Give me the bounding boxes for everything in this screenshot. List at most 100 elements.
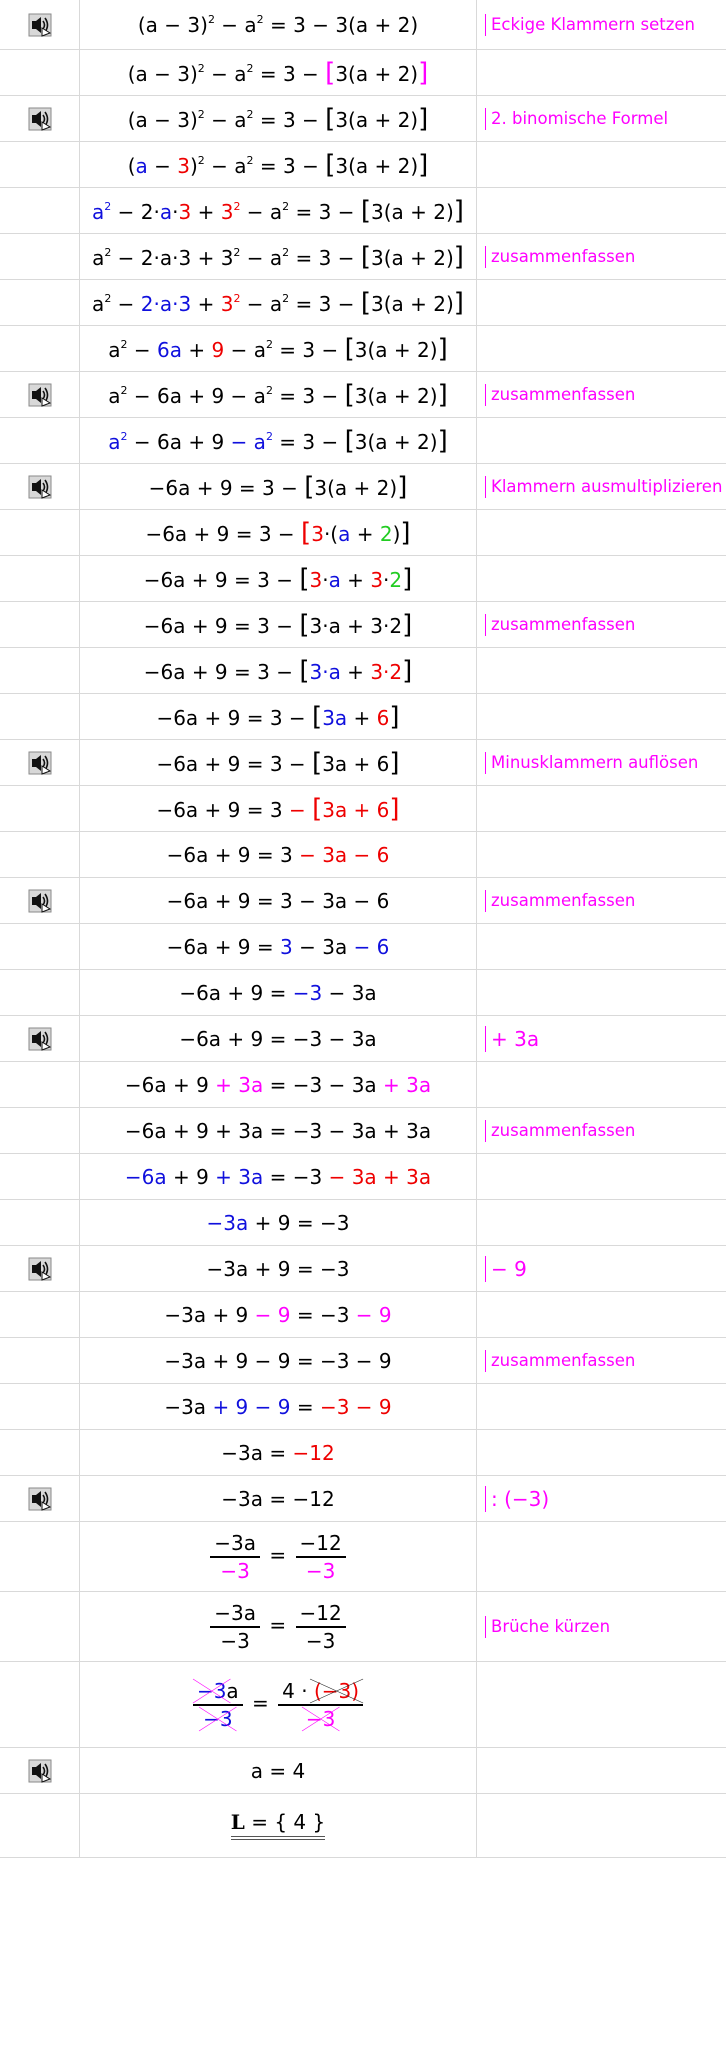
equation-cell: (a − 3)2 − a2 = 3 − [3(a + 2)] bbox=[80, 96, 477, 141]
math-term: 3·2 bbox=[370, 659, 403, 684]
icon-cell bbox=[0, 188, 80, 233]
square-bracket: ] bbox=[453, 195, 464, 226]
speaker-play-icon[interactable] bbox=[28, 107, 52, 131]
square-bracket: ] bbox=[402, 563, 413, 594]
equation-cell: −6a + 9 = 3 − [3·a + 3·2] bbox=[80, 556, 477, 601]
math-term: −12 bbox=[292, 1440, 335, 1465]
equation-row: −6a + 9 = 3 − [3·a + 3·2] zusammenfassen bbox=[0, 602, 726, 648]
math-term: − a bbox=[240, 291, 283, 316]
step-note: zusammenfassen bbox=[485, 889, 635, 912]
square-bracket: [ bbox=[299, 609, 310, 640]
math-term: 3(a + 2) bbox=[314, 475, 398, 500]
icon-cell bbox=[0, 280, 80, 325]
equation-row: −6a + 9 = 3 − 3a − 6 zusammenfassen bbox=[0, 878, 726, 924]
equation-row: (a − 3)2 − a2 = 3 − [3(a + 2)] 2. binomis… bbox=[0, 96, 726, 142]
equation-row: −3a + 9 − 9 = −3 − 9 bbox=[0, 1384, 726, 1430]
equation-row: L = { 4 } bbox=[0, 1794, 726, 1858]
equation: −3a = −12 bbox=[221, 1489, 334, 1509]
math-term: 2·a·3 bbox=[140, 291, 192, 316]
math-term: −6a + 9 = bbox=[179, 980, 293, 1005]
math-term: − bbox=[147, 153, 178, 178]
speaker-play-icon[interactable] bbox=[28, 1257, 52, 1281]
math-term: ·( bbox=[323, 521, 339, 546]
math-term: 3(a + 2) bbox=[371, 199, 454, 224]
equation-row: a2 − 2·a·3 + 32 − a2 = 3 − [3(a + 2)] bbox=[0, 280, 726, 326]
equation-cell: −3a + 9 − 9 = −3 − 9 bbox=[80, 1292, 477, 1337]
denominator: −3 bbox=[302, 1628, 339, 1651]
speaker-play-icon[interactable] bbox=[28, 13, 52, 37]
speaker-play-icon[interactable] bbox=[28, 1487, 52, 1511]
square-bracket: ] bbox=[453, 241, 464, 272]
math-term: − a bbox=[204, 61, 247, 86]
math-term: −6a + 9 + 3a = −3 − 3a + 3a bbox=[124, 1118, 432, 1143]
equation: −3a + 9 − 9 = −3 − 9 bbox=[164, 1351, 391, 1371]
math-term: a = 4 bbox=[250, 1758, 306, 1783]
equation: L = { 4 } bbox=[230, 1812, 326, 1840]
math-term: 3(a + 2) bbox=[354, 383, 438, 408]
square-bracket: [ bbox=[344, 333, 355, 364]
math-term: a bbox=[92, 245, 105, 270]
math-term: − 3a bbox=[322, 980, 377, 1005]
equation: −3a = −12 bbox=[221, 1443, 334, 1463]
equation: −3a −3 = −12 −3 bbox=[208, 1603, 347, 1651]
icon-cell bbox=[0, 1016, 80, 1061]
equation: −3a + 9 = −3 bbox=[207, 1213, 350, 1233]
square-bracket: [ bbox=[344, 425, 355, 456]
math-term: − bbox=[127, 337, 158, 362]
speaker-play-icon[interactable] bbox=[28, 889, 52, 913]
note-cell bbox=[477, 142, 726, 187]
equation-cell: −6a + 9 = 3 − 3a − 6 bbox=[80, 832, 477, 877]
step-note: zusammenfassen bbox=[485, 1349, 635, 1372]
square-bracket: ] bbox=[389, 793, 400, 824]
right-fraction: 4 · (−3) −3 bbox=[278, 1681, 363, 1729]
equation-cell: −6a + 9 = 3 − 3a − 6 bbox=[80, 924, 477, 969]
math-term: − a bbox=[230, 429, 266, 454]
icon-cell bbox=[0, 1662, 80, 1747]
equation-cell: −6a + 9 + 3a = −3 − 3a + 3a bbox=[80, 1154, 477, 1199]
equation-row: −6a + 9 = 3 − 3a − 6 bbox=[0, 924, 726, 970]
icon-cell bbox=[0, 0, 80, 49]
equation-cell: −3a + 9 = −3 bbox=[80, 1246, 477, 1291]
icon-cell bbox=[0, 1592, 80, 1661]
right-fraction: −12 −3 bbox=[295, 1603, 346, 1651]
icon-cell bbox=[0, 96, 80, 141]
cross-out-mark bbox=[310, 1679, 363, 1703]
speaker-play-icon[interactable] bbox=[28, 475, 52, 499]
exponent: 2 bbox=[120, 337, 128, 351]
equation-cell: a = 4 bbox=[80, 1748, 477, 1793]
equation-cell: (a − 3)2 − a2 = 3 − [3(a + 2)] bbox=[80, 50, 477, 95]
exponent: 2 bbox=[120, 383, 128, 397]
icon-cell bbox=[0, 142, 80, 187]
math-term: 6a bbox=[157, 337, 182, 362]
math-term: −6a + 9 = 3 − bbox=[143, 659, 300, 684]
math-term: −3a bbox=[206, 1210, 249, 1235]
math-term: 3 bbox=[220, 199, 234, 224]
math-term: −3 bbox=[305, 1558, 336, 1583]
math-term: −6a + 9 = 3 − bbox=[145, 521, 302, 546]
math-term: + bbox=[347, 705, 377, 730]
speaker-play-icon[interactable] bbox=[28, 383, 52, 407]
speaker-play-icon[interactable] bbox=[28, 751, 52, 775]
speaker-play-icon[interactable] bbox=[28, 1759, 52, 1783]
equation: −6a + 9 = 3 − 3a − 6 bbox=[167, 845, 390, 865]
equation-row: −6a + 9 = 3 − [3·(a + 2)] bbox=[0, 510, 726, 556]
exponent: 2 bbox=[265, 383, 273, 397]
square-bracket: [ bbox=[360, 241, 371, 272]
speaker-play-icon[interactable] bbox=[28, 1027, 52, 1051]
equation: −6a + 9 = 3 − [3·a + 3·2] bbox=[144, 612, 413, 638]
equation-row: −6a + 9 = 3 − [3a + 6] bbox=[0, 786, 726, 832]
left-fraction: −3a−3 bbox=[210, 1533, 261, 1581]
equation-cell: −6a + 9 = 3 − [3·(a + 2)] bbox=[80, 510, 477, 555]
equation-row: a2 − 6a + 9 − a2 = 3 − [3(a + 2)] bbox=[0, 418, 726, 464]
math-term: 3a bbox=[322, 705, 348, 730]
equation: a = 4 bbox=[251, 1761, 305, 1781]
square-bracket: ] bbox=[418, 103, 429, 134]
math-term: − bbox=[111, 291, 141, 316]
equation-cell: (a − 3)2 − a2 = 3 − [3(a + 2)] bbox=[80, 142, 477, 187]
math-term: 3 bbox=[178, 199, 192, 224]
note-cell bbox=[477, 188, 726, 233]
equation-cell: −3a = −12 bbox=[80, 1430, 477, 1475]
math-term: a bbox=[92, 199, 105, 224]
note-cell bbox=[477, 510, 726, 555]
square-bracket: [ bbox=[325, 57, 336, 88]
